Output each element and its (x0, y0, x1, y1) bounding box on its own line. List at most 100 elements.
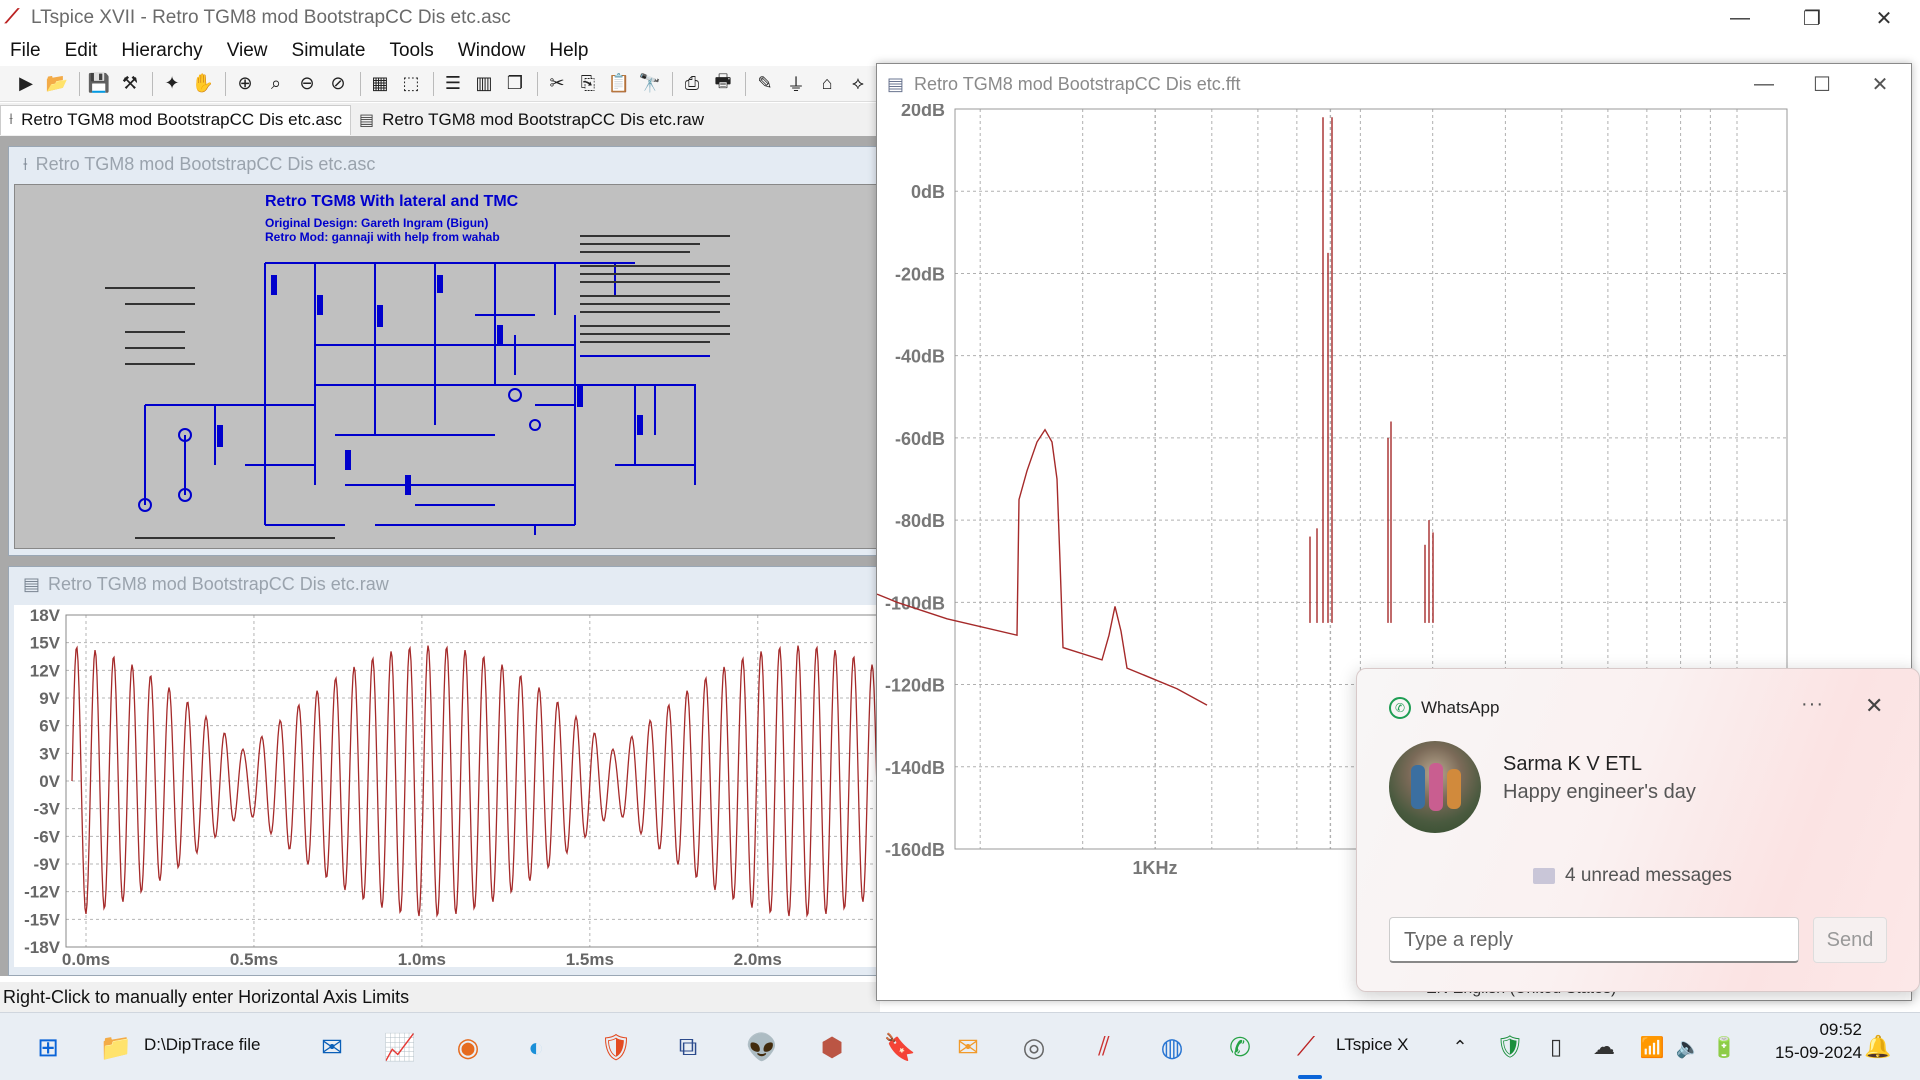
diptrace-icon[interactable]: ⬢ (812, 1027, 852, 1067)
fft-maximize-button[interactable]: ☐ (1793, 64, 1851, 104)
menu-hierarchy[interactable]: Hierarchy (121, 40, 202, 62)
disk-app-icon[interactable]: ◎ (1014, 1027, 1054, 1067)
status-text: Right-Click to manually enter Horizontal… (3, 986, 410, 1007)
tile-horizontal-icon[interactable]: ☰ (439, 70, 467, 98)
copy-icon[interactable]: ⎘ (574, 70, 602, 98)
clock-date[interactable]: 15-09-2024 (1762, 1043, 1862, 1063)
menu-view[interactable]: View (227, 40, 268, 62)
notification-close-button[interactable]: ✕ (1865, 693, 1883, 719)
toolbar-separator (79, 71, 80, 96)
fft-close-button[interactable]: ✕ (1851, 64, 1909, 104)
halt-icon[interactable]: ✦ (158, 70, 186, 98)
schematic-directives (105, 235, 730, 539)
volume-icon[interactable]: 🔈 (1668, 1027, 1708, 1067)
tab-waveform[interactable]: ▤ Retro TGM8 mod BootstrapCC Dis etc.raw (351, 105, 712, 135)
save-icon[interactable]: 💾 (85, 70, 113, 98)
find-icon[interactable]: 🔭 (636, 70, 664, 98)
chevron-up-icon[interactable]: ⌃ (1440, 1027, 1480, 1067)
y-tick-label: -9V (34, 855, 61, 874)
app-title-bar: ⟋ LTspice XVII - Retro TGM8 mod Bootstra… (0, 0, 1920, 36)
ltspice-taskbar-icon[interactable]: ⟋ (1286, 1027, 1326, 1067)
zoom-out-icon[interactable]: ⊖ (293, 70, 321, 98)
whatsapp-taskbar-icon[interactable]: ✆ (1220, 1027, 1260, 1067)
y-tick-label: -80dB (895, 511, 945, 531)
menu-simulate[interactable]: Simulate (292, 40, 366, 62)
fft-window-title-bar[interactable]: ▤ Retro TGM8 mod BootstrapCC Dis etc.fft… (877, 64, 1911, 104)
toolbar-separator (433, 71, 434, 96)
cloud-icon[interactable]: ☁ (1584, 1027, 1624, 1067)
fft-minimize-button[interactable]: — (1735, 64, 1793, 104)
defender-icon[interactable]: 🛡 (1490, 1027, 1530, 1067)
usb-icon[interactable]: ▯ (1536, 1027, 1576, 1067)
run-icon[interactable]: ▶ (12, 70, 40, 98)
cascade-icon[interactable]: ❐ (501, 70, 529, 98)
open-icon[interactable]: 📂 (43, 70, 71, 98)
y-tick-label: -18V (24, 938, 61, 957)
y-tick-label: 6V (39, 717, 60, 736)
menu-tools[interactable]: Tools (389, 40, 433, 62)
mail-app-icon[interactable]: ✉ (948, 1027, 988, 1067)
more-options-icon[interactable]: ··· (1801, 693, 1824, 716)
zoom-cancel-icon[interactable]: ⊘ (324, 70, 352, 98)
notification-bell-icon[interactable]: 🔔 (1858, 1027, 1898, 1067)
draw-wire-icon[interactable]: ✎ (751, 70, 779, 98)
print-setup-icon[interactable]: 🖶 (709, 70, 737, 98)
ground-icon[interactable]: ⏚ (782, 70, 810, 98)
y-tick-label: -6V (34, 827, 61, 846)
whatsapp-icon: ✆ (1389, 697, 1411, 719)
start-icon[interactable]: ⊞ (28, 1027, 68, 1067)
control-panel-icon[interactable]: ⚒ (116, 70, 144, 98)
winamp-icon[interactable]: ⫽ (1084, 1027, 1124, 1067)
menu-help[interactable]: Help (549, 40, 588, 62)
app-icon[interactable]: ⧉ (668, 1027, 708, 1067)
pan-icon[interactable]: ✋ (189, 70, 217, 98)
y-tick-label: -100dB (885, 593, 945, 613)
menu-window[interactable]: Window (458, 40, 526, 62)
close-button[interactable]: ✕ (1856, 0, 1912, 36)
wifi-icon[interactable]: 📶 (1632, 1027, 1672, 1067)
waveform-plot[interactable]: 18V 15V 12V 9V 6V 3V 0V -3V -6V -9V -12V -15V -18V 0.… (14, 605, 883, 969)
firefox-icon[interactable]: ◉ (448, 1027, 488, 1067)
menu-file[interactable]: File (10, 40, 41, 62)
signal-icon[interactable]: ◍ (1152, 1027, 1192, 1067)
restore-button[interactable]: ❐ (1784, 0, 1840, 36)
zoom-in-icon[interactable]: ⊕ (231, 70, 259, 98)
edge-icon[interactable]: ◐ (516, 1027, 556, 1067)
cut-icon[interactable]: ✂ (543, 70, 571, 98)
label-icon[interactable]: ⌂ (813, 70, 841, 98)
tile-vertical-icon[interactable]: ▥ (470, 70, 498, 98)
battery-icon[interactable]: 🔋 (1704, 1027, 1744, 1067)
toolbar-separator (745, 71, 746, 96)
zoom-area-icon[interactable]: ⌕ (262, 70, 290, 98)
y-tick-label: -3V (34, 800, 61, 819)
waveform-window-title-bar[interactable]: ▤ Retro TGM8 mod BootstrapCC Dis etc.raw (9, 567, 879, 601)
y-tick-label: 0V (39, 772, 60, 791)
brave-icon[interactable]: 🛡 (596, 1027, 636, 1067)
schematic-canvas[interactable]: Retro TGM8 With lateral and TMC Original… (14, 184, 880, 549)
tab-schematic[interactable]: ⟊ Retro TGM8 mod BootstrapCC Dis etc.asc (0, 104, 352, 135)
waveform-plot-svg: 18V15V12V9V6V3V0V-3V-6V-9V-12V-15V-18V0.… (24, 606, 883, 969)
chart-app-icon[interactable]: 📈 (380, 1027, 420, 1067)
mark-icon[interactable]: ⬚ (397, 70, 425, 98)
file-explorer-icon[interactable]: 📁 (96, 1027, 136, 1067)
unread-messages[interactable]: 4 unread messages (1533, 865, 1732, 887)
explorer-label[interactable]: D:\DipTrace file (144, 1035, 261, 1055)
bookmark-app-icon[interactable]: 🔖 (880, 1027, 920, 1067)
y-tick-label: -20dB (895, 264, 945, 284)
send-button[interactable]: Send (1813, 917, 1887, 963)
menu-edit[interactable]: Edit (65, 40, 98, 62)
print-icon[interactable]: ⎙ (678, 70, 706, 98)
ltspice-taskbar-label[interactable]: LTspice X (1336, 1035, 1408, 1055)
outlook-icon[interactable]: ✉ (312, 1027, 352, 1067)
schematic-window-title-bar[interactable]: ⟊ Retro TGM8 mod BootstrapCC Dis etc.asc (9, 147, 879, 181)
alien-app-icon[interactable]: 👽 (742, 1027, 782, 1067)
unread-label: 4 unread messages (1565, 865, 1732, 886)
reply-input[interactable]: Type a reply (1389, 917, 1799, 963)
paste-icon[interactable]: 📋 (605, 70, 633, 98)
minimize-button[interactable]: — (1712, 0, 1768, 36)
clock-time[interactable]: 09:52 (1762, 1020, 1862, 1040)
schematic-heading: Retro TGM8 With lateral and TMC (265, 193, 519, 210)
autorange-icon[interactable]: ▦ (366, 70, 394, 98)
whatsapp-notification[interactable]: ✆ WhatsApp ··· ✕ Sarma K V ETL Happy eng… (1356, 668, 1920, 992)
component-icon[interactable]: ⟡ (844, 70, 872, 98)
